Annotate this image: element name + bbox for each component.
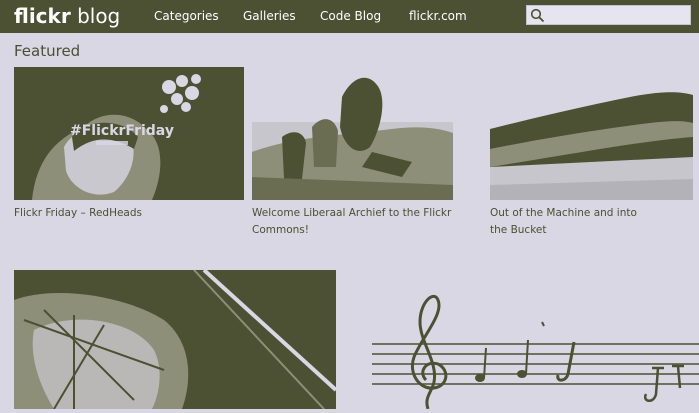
- logo-flickr: flickr: [14, 4, 71, 28]
- section-title-featured: Featured: [14, 42, 81, 60]
- logo-blog: blog: [77, 4, 121, 28]
- post-image-leaf[interactable]: [14, 270, 336, 409]
- featured-caption-liberaal-archief[interactable]: Welcome Liberaal Archief to the Flickr C…: [252, 205, 457, 239]
- search-input[interactable]: [549, 6, 687, 24]
- search-box[interactable]: [526, 5, 691, 25]
- featured-thumbnail-out-of-the-machine[interactable]: [490, 67, 693, 200]
- flickr-friday-image-text: #FlickrFriday: [70, 123, 174, 139]
- featured-thumbnail-liberaal-archief[interactable]: [252, 67, 453, 200]
- top-navigation-bar: flickr blog Categories Galleries Code Bl…: [0, 0, 699, 33]
- nav-flickr-com[interactable]: flickr.com: [409, 9, 467, 23]
- search-icon[interactable]: [530, 8, 545, 27]
- featured-thumbnail-flickr-friday[interactable]: #FlickrFriday: [14, 67, 244, 200]
- nav-code-blog[interactable]: Code Blog: [320, 9, 381, 23]
- post-image-music-notation[interactable]: [362, 282, 699, 410]
- featured-caption-out-of-the-machine[interactable]: Out of the Machine and into the Bucket: [490, 205, 650, 239]
- blog-logo[interactable]: flickr blog: [14, 4, 120, 28]
- nav-galleries[interactable]: Galleries: [243, 9, 296, 23]
- nav-categories[interactable]: Categories: [154, 9, 219, 23]
- featured-caption-flickr-friday[interactable]: Flickr Friday – RedHeads: [14, 205, 244, 222]
